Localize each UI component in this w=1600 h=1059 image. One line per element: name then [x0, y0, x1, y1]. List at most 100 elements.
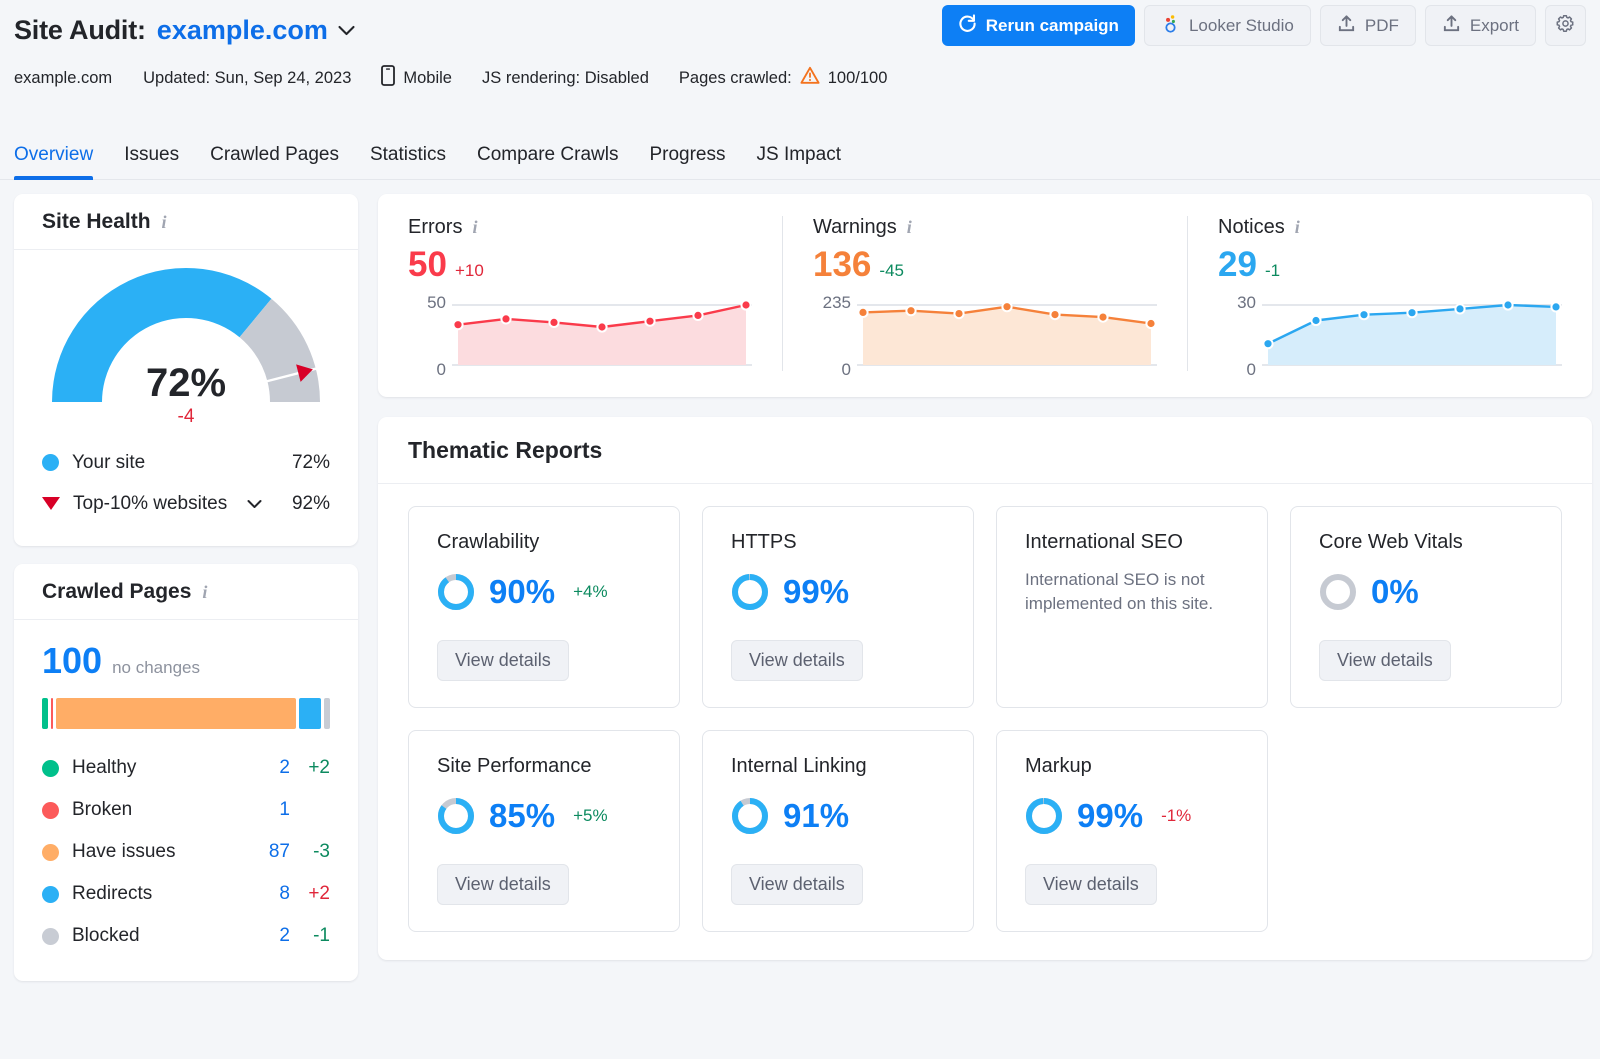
stat-name: Errors: [408, 216, 463, 238]
view-details-button[interactable]: View details: [1319, 640, 1451, 681]
chevron-down-icon[interactable]: [338, 25, 355, 36]
row-label: Broken: [72, 799, 133, 820]
row-count: 2: [279, 757, 290, 778]
tab-progress[interactable]: Progress: [649, 144, 725, 179]
crawled-pages-row[interactable]: Broken 1: [42, 789, 330, 831]
site-health-legend-row: Top-10% websites 92%: [42, 483, 330, 524]
meta-device-label: Mobile: [403, 68, 452, 87]
progress-ring-icon: [1320, 574, 1356, 610]
legend-label: Your site: [72, 451, 146, 473]
thematic-reports-card: Thematic Reports Crawlability 90% +4% View …: [378, 417, 1592, 960]
view-details-button[interactable]: View details: [437, 640, 569, 681]
chevron-down-icon[interactable]: [247, 499, 262, 509]
row-label: Have issues: [72, 841, 176, 862]
stat-value-row: 136 -45: [813, 245, 1157, 285]
crawled-pages-row[interactable]: Healthy 2 +2: [42, 747, 330, 789]
view-details-button[interactable]: View details: [731, 640, 863, 681]
thematic-card-score: 99% -1%: [1025, 797, 1239, 835]
legend-label-group: Your site: [42, 452, 292, 474]
thematic-card-crawlability: Crawlability 90% +4% View details: [408, 506, 680, 708]
progress-ring-icon: [732, 574, 768, 610]
stat-header: Errors i: [408, 216, 752, 239]
thematic-card-title: Site Performance: [437, 755, 592, 777]
upload-icon: [1337, 14, 1356, 38]
view-details-button[interactable]: View details: [437, 864, 569, 905]
row-label-group: Have issues: [42, 841, 256, 863]
crawled-pages-row[interactable]: Have issues 87 -3: [42, 831, 330, 873]
stat-warnings: Warnings i 136 -45 235 0: [782, 216, 1187, 379]
stat-name: Notices: [1218, 216, 1285, 238]
legend-value: 92%: [291, 492, 330, 514]
row-delta: -1: [313, 925, 330, 946]
thematic-card-score: 99%: [731, 573, 945, 611]
tab-crawled-pages[interactable]: Crawled Pages: [210, 144, 339, 179]
info-icon[interactable]: i: [162, 212, 167, 233]
main-tabs: Overview Issues Crawled Pages Statistics Com…: [0, 122, 1600, 180]
meta-pages-crawled: Pages crawled: 100/100: [679, 66, 887, 90]
info-icon[interactable]: i: [472, 217, 477, 238]
status-dot-icon: [42, 843, 59, 861]
issue-stats: Errors i 50 +10 50 0 Warnings i 136 -45 235 0 Notice…: [378, 194, 1592, 397]
meta-pages-crawled-value: 100/100: [827, 68, 888, 87]
thematic-card-score: 90% +4%: [437, 573, 651, 611]
thematic-card-core-web-vitals: Core Web Vitals 0% View details: [1290, 506, 1562, 708]
progress-ring-icon: [438, 574, 474, 610]
crawled-pages-breakdown: Healthy 2 +2 Broken 1 Have issues 87 -3 Redirect…: [42, 747, 330, 957]
domain-link[interactable]: example.com: [157, 15, 328, 46]
meta-device: Mobile: [381, 65, 452, 91]
dashboard-body: Site Health i 72% -4 Your site 72% Top-10%…: [0, 180, 1600, 1028]
thematic-card-international-seo: International SEO International SEO is no…: [996, 506, 1268, 708]
sparkline-axis: 50 0: [408, 293, 452, 379]
rerun-campaign-button[interactable]: Rerun campaign: [941, 5, 1135, 46]
axis-bottom-label: 0: [1246, 360, 1256, 379]
tab-statistics[interactable]: Statistics: [370, 144, 446, 179]
view-details-button[interactable]: View details: [731, 864, 863, 905]
thematic-card-delta: +5%: [573, 806, 608, 825]
crawled-pages-title: Crawled Pages: [42, 580, 192, 603]
legend-label: Top-10% websites: [73, 492, 228, 514]
page-header: Site Audit: example.com Rerun campaign L…: [0, 0, 1600, 122]
pdf-export-button[interactable]: PDF: [1319, 5, 1416, 46]
tab-overview[interactable]: Overview: [14, 144, 94, 180]
left-column: Site Health i 72% -4 Your site 72% Top-10%…: [14, 194, 358, 1028]
site-health-card: Site Health i 72% -4 Your site 72% Top-10%…: [14, 194, 358, 546]
legend-value: 72%: [291, 451, 330, 473]
thematic-card-percent: 91%: [783, 797, 850, 834]
thematic-card-https: HTTPS 99% View details: [702, 506, 974, 708]
export-button[interactable]: Export: [1424, 5, 1536, 46]
thematic-card-title: Markup: [1025, 755, 1092, 777]
progress-ring-icon: [438, 798, 474, 834]
looker-studio-button[interactable]: Looker Studio: [1143, 5, 1311, 46]
thematic-card-internal-linking: Internal Linking 91% View details: [702, 730, 974, 932]
crawled-pages-stacked-bar: [42, 698, 330, 729]
axis-top-label: 30: [1237, 293, 1256, 312]
site-health-legend: Your site 72% Top-10% websites 92%: [14, 438, 358, 546]
right-column: Errors i 50 +10 50 0 Warnings i 136 -45 235 0 Notice…: [378, 194, 1592, 1028]
site-health-gauge: 72% -4: [14, 250, 358, 438]
row-label: Redirects: [72, 883, 153, 904]
thematic-reports-title: Thematic Reports: [408, 437, 603, 463]
thematic-card-title: Internal Linking: [731, 755, 867, 777]
view-details-button[interactable]: View details: [1025, 864, 1157, 905]
info-icon[interactable]: i: [907, 217, 912, 238]
tab-compare-crawls[interactable]: Compare Crawls: [477, 144, 618, 179]
row-count: 2: [279, 925, 290, 946]
crawled-pages-row[interactable]: Redirects 8 +2: [42, 873, 330, 915]
stacked-bar-segment: [324, 698, 330, 729]
stat-value: 136: [813, 245, 872, 284]
tab-js-impact[interactable]: JS Impact: [757, 144, 841, 179]
tab-issues[interactable]: Issues: [124, 144, 179, 179]
thematic-card-score: 91%: [731, 797, 945, 835]
mobile-icon: [381, 65, 396, 91]
sparkline-axis: 30 0: [1218, 293, 1262, 379]
sparkline-chart: [857, 301, 1157, 366]
thematic-card-percent: 90%: [489, 573, 556, 610]
crawled-pages-card: Crawled Pages i 100 no changes Healthy 2 +…: [14, 564, 358, 981]
settings-button[interactable]: [1545, 5, 1586, 46]
stat-header: Notices i: [1218, 216, 1562, 239]
thematic-reports-grid: Crawlability 90% +4% View details HTTPS 99% Vi…: [378, 484, 1592, 960]
info-icon[interactable]: i: [202, 582, 207, 603]
stat-value: 50: [408, 245, 447, 284]
info-icon[interactable]: i: [1295, 217, 1300, 238]
crawled-pages-row[interactable]: Blocked 2 -1: [42, 915, 330, 957]
